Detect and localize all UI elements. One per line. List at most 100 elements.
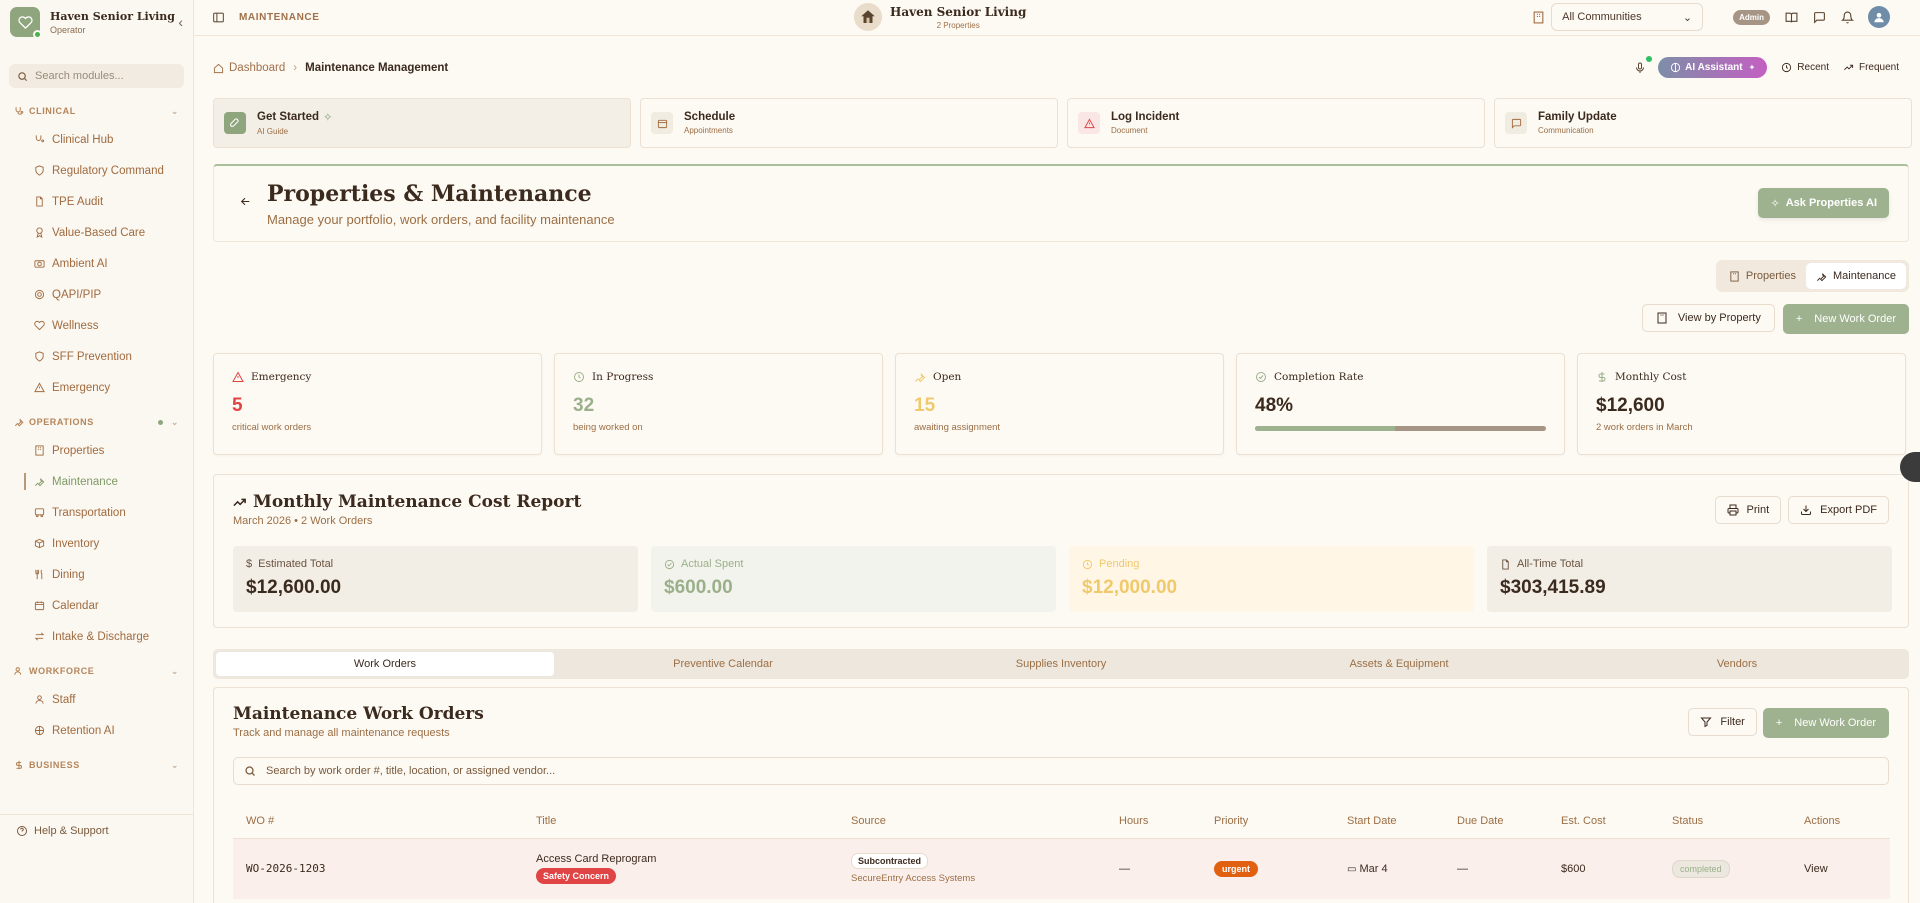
tab-vendors[interactable]: Vendors [1568, 652, 1906, 676]
work-orders-subtitle: Track and manage all maintenance request… [233, 727, 450, 739]
view-link[interactable]: View [1804, 838, 1890, 899]
view-by-property-button[interactable]: View by Property [1641, 304, 1775, 332]
stat-monthly-cost[interactable]: Monthly Cost $12,600 2 work orders in Ma… [1577, 353, 1906, 455]
report-card-value: $600.00 [664, 577, 733, 598]
module-search-input[interactable]: Search modules... [9, 64, 184, 88]
community-logo [854, 3, 882, 31]
quick-action-sub: Communication [1538, 126, 1594, 135]
heart-icon [17, 15, 33, 29]
source-badge: Subcontracted [851, 853, 929, 870]
new-work-order-button[interactable]: + New Work Order [1782, 304, 1909, 334]
ai-assistant-button[interactable]: AI Assistant ✦ [1658, 57, 1768, 78]
sidebar-item-retention-ai[interactable]: Retention AI [0, 715, 193, 746]
sidebar-item-dining[interactable]: Dining [0, 559, 193, 590]
stat-emergency[interactable]: Emergency 5 critical work orders [213, 353, 542, 455]
sidebar-item-staff[interactable]: Staff [0, 684, 193, 715]
message-icon[interactable] [1813, 11, 1826, 24]
bell-icon[interactable] [1841, 11, 1854, 24]
wo-number: WO-2026-1203 [233, 838, 536, 899]
section-clinical[interactable]: CLINICAL ⌄ [0, 98, 193, 124]
avatar[interactable] [1868, 6, 1890, 28]
back-arrow-icon[interactable] [239, 195, 252, 211]
sidebar-item-label: Calendar [52, 599, 99, 612]
sidebar-item-calendar[interactable]: Calendar [0, 590, 193, 621]
column-header[interactable]: Priority [1214, 805, 1347, 839]
sidebar-item-wellness[interactable]: Wellness [0, 310, 193, 341]
breadcrumb-home[interactable]: Dashboard [229, 62, 285, 74]
sidebar-item-label: Dining [52, 568, 85, 581]
export-pdf-button[interactable]: Export PDF [1788, 496, 1889, 524]
work-order-search-input[interactable]: Search by work order #, title, location,… [233, 757, 1889, 785]
stat-completion-rate[interactable]: Completion Rate 48% [1236, 353, 1565, 455]
sidebar-item-intake-discharge[interactable]: Intake & Discharge [0, 621, 193, 652]
ask-properties-ai-button[interactable]: ✧ Ask Properties AI [1758, 188, 1889, 218]
sidebar-item-properties[interactable]: Properties [0, 435, 193, 466]
book-icon[interactable] [1785, 11, 1798, 24]
frequent-button[interactable]: Frequent [1843, 62, 1899, 73]
help-support-link[interactable]: Help & Support [0, 814, 193, 837]
sidebar-item-emergency[interactable]: Emergency [0, 372, 193, 403]
new-work-order-button-secondary[interactable]: + New Work Order [1762, 708, 1889, 738]
dollar-icon [16, 760, 22, 770]
sidebar-item-tpe-audit[interactable]: TPE Audit [0, 186, 193, 217]
building-icon [1730, 270, 1739, 282]
chevron-down-icon: ⌄ [1682, 11, 1693, 24]
column-header[interactable]: Due Date [1457, 805, 1561, 839]
sidebar-item-label: Wellness [52, 319, 99, 332]
print-button[interactable]: Print [1714, 496, 1782, 524]
quick-action-family-update[interactable]: Family Update Communication [1494, 98, 1912, 148]
collapse-sidebar-icon[interactable]: ‹ [178, 14, 183, 30]
microphone-icon[interactable] [1634, 55, 1653, 74]
sidebar-item-value-based-care[interactable]: Value-Based Care [0, 217, 193, 248]
column-header[interactable]: WO # [233, 805, 536, 839]
chevron-down-icon: ⌄ [170, 416, 179, 427]
table-row[interactable]: WO-2026-1203 Access Card Reprogram Safet… [233, 838, 1890, 899]
work-orders-title: Maintenance Work Orders [233, 704, 484, 724]
sidebar-item-clinical-hub[interactable]: Clinical Hub [0, 124, 193, 155]
section-clinical-label: CLINICAL [29, 106, 76, 116]
sidebar-item-inventory[interactable]: Inventory [0, 528, 193, 559]
sidebar-item-label: Transportation [52, 506, 126, 519]
sidebar-item-maintenance[interactable]: Maintenance [0, 466, 193, 497]
quick-action-log-incident[interactable]: Log Incident Document [1067, 98, 1485, 148]
tab-work-orders[interactable]: Work Orders [216, 652, 554, 676]
column-header[interactable]: Hours [1119, 805, 1214, 839]
section-business[interactable]: BUSINESS ⌄ [0, 752, 193, 778]
stat-open[interactable]: Open 15 awaiting assignment [895, 353, 1224, 455]
stat-label: Monthly Cost [1615, 371, 1687, 383]
sidebar-item-transportation[interactable]: Transportation [0, 497, 193, 528]
search-icon [245, 766, 255, 776]
wo-start-date: Mar 4 [1359, 862, 1388, 875]
filter-button[interactable]: Filter [1688, 708, 1757, 736]
toggle-properties[interactable]: Properties [1719, 263, 1806, 289]
section-operations[interactable]: OPERATIONS ⌄ [0, 409, 193, 435]
tab-assets-equipment[interactable]: Assets & Equipment [1230, 652, 1568, 676]
sidebar-toggle-icon[interactable] [212, 11, 225, 24]
column-header[interactable]: Actions [1804, 805, 1890, 839]
column-header[interactable]: Title [536, 805, 851, 839]
recent-button[interactable]: Recent [1781, 62, 1829, 73]
quick-action-get-started[interactable]: Get Started ✧ AI Guide [213, 98, 631, 148]
chevron-down-icon: ⌄ [170, 759, 179, 770]
column-header[interactable]: Status [1672, 805, 1804, 839]
sidebar-item-sff-prevention[interactable]: SFF Prevention [0, 341, 193, 372]
sidebar-item-qapi-pip[interactable]: QAPI/PIP [0, 279, 193, 310]
column-header[interactable]: Est. Cost [1561, 805, 1672, 839]
column-header[interactable]: Source [851, 805, 1119, 839]
stat-value: 15 [914, 395, 936, 416]
tab-preventive-calendar[interactable]: Preventive Calendar [554, 652, 892, 676]
column-header[interactable]: Start Date [1347, 805, 1457, 839]
sidebar-item-label: Staff [52, 693, 76, 706]
tab-supplies-inventory[interactable]: Supplies Inventory [892, 652, 1230, 676]
sidebar-item-ambient-ai[interactable]: Ambient AI [0, 248, 193, 279]
community-select[interactable]: All Communities ⌄ [1551, 3, 1704, 31]
trending-up-icon [233, 498, 246, 506]
sidebar-item-regulatory-command[interactable]: Regulatory Command [0, 155, 193, 186]
house-icon [861, 10, 875, 23]
report-card-label: Pending [1099, 558, 1140, 570]
toggle-maintenance[interactable]: Maintenance [1806, 263, 1906, 289]
stat-in-progress[interactable]: In Progress 32 being worked on [554, 353, 883, 455]
section-workforce[interactable]: WORKFORCE ⌄ [0, 658, 193, 684]
target-icon [34, 289, 45, 300]
quick-action-schedule[interactable]: Schedule Appointments [640, 98, 1058, 148]
